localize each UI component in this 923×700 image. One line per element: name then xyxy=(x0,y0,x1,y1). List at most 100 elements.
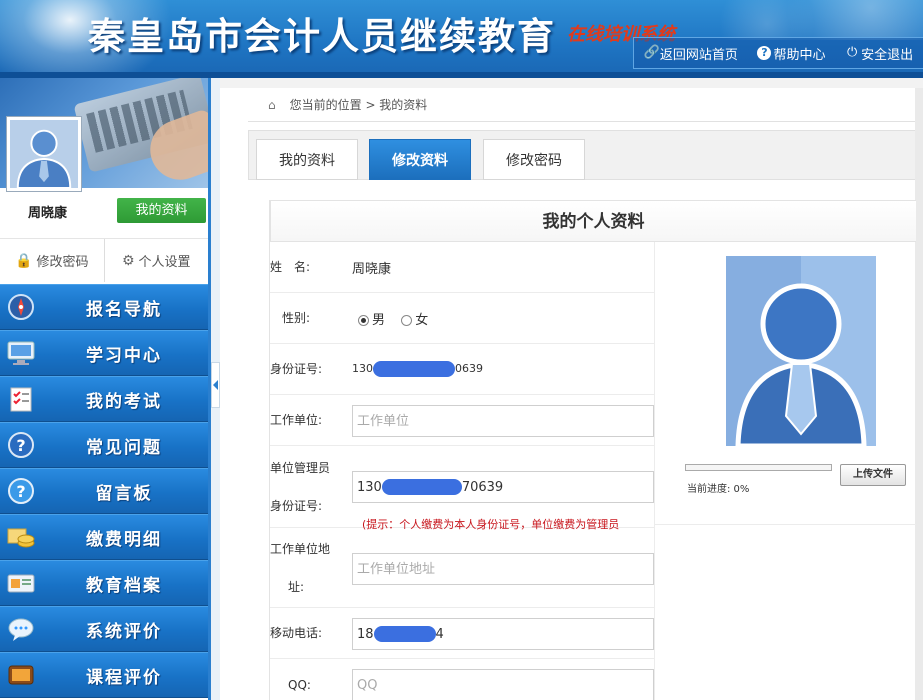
gear-icon: ⚙ xyxy=(121,252,135,269)
admin-id-label: 单位管理员 身份证号: xyxy=(270,446,330,527)
profile-photo xyxy=(726,256,876,446)
tab-edit-profile[interactable]: 修改资料 xyxy=(369,139,471,180)
site-header: 秦皇岛市会计人员继续教育 在线培训系统 🔗 返回网站首页 ? 帮助中心 ⏻ 安全… xyxy=(0,0,923,78)
admin-id-input[interactable]: 130 70639 xyxy=(352,471,654,503)
redaction-mark xyxy=(373,626,436,642)
sidebar-collapse-handle[interactable] xyxy=(211,362,220,408)
admin-id-label-line1: 单位管理员 xyxy=(270,460,331,475)
qq-input[interactable] xyxy=(352,669,654,700)
phone-prefix: 18 xyxy=(357,626,374,642)
nav-item-registration[interactable]: 报名导航 xyxy=(0,284,208,330)
tab-my-profile[interactable]: 我的资料 xyxy=(256,139,358,180)
admin-id-label-line2: 身份证号: xyxy=(270,498,323,513)
top-links: 🔗 返回网站首页 ? 帮助中心 ⏻ 安全退出 xyxy=(633,37,923,69)
address-label: 工作单位地 址: xyxy=(270,528,330,607)
name-row: 姓 名: 周晓康 xyxy=(270,242,655,293)
site-title: 秦皇岛市会计人员继续教育 xyxy=(88,14,556,58)
gender-female-radio[interactable] xyxy=(401,315,413,326)
chat-bubble-icon xyxy=(5,614,37,644)
avatar xyxy=(6,116,82,192)
nav-label: 系统评价 xyxy=(86,621,162,642)
header-decoration xyxy=(663,0,923,40)
home-icon: ⌂ xyxy=(268,97,276,112)
id-number-label: 身份证号: xyxy=(270,362,323,376)
tab-change-password[interactable]: 修改密码 xyxy=(483,139,585,180)
name-value: 周晓康 xyxy=(352,262,392,277)
home-link[interactable]: 🔗 返回网站首页 xyxy=(644,44,738,63)
checklist-icon xyxy=(5,384,37,414)
question-icon: ? xyxy=(5,430,37,460)
breadcrumb: ⌂ 您当前的位置 > 我的资料 xyxy=(248,88,915,122)
svg-text:?: ? xyxy=(16,436,25,455)
help-link[interactable]: ? 帮助中心 xyxy=(757,44,825,63)
upload-file-button[interactable]: 上传文件 xyxy=(840,464,906,486)
gender-label: 性别: xyxy=(282,311,311,325)
gender-options: 男 女 xyxy=(358,309,428,328)
profile-card: 我的个人资料 姓 名: 周晓康 性别: 男 女 身份证号: 130 0639 工… xyxy=(269,200,916,700)
user-name: 周晓康 xyxy=(27,206,67,221)
nav-label: 教育档案 xyxy=(86,575,162,596)
svg-text:?: ? xyxy=(16,482,25,501)
address-label-line2: 址: xyxy=(288,579,305,594)
nav-label: 常见问题 xyxy=(86,437,162,458)
phone-input[interactable]: 18 4 xyxy=(352,618,654,650)
workplace-label: 工作单位: xyxy=(270,413,323,427)
avatar-icon xyxy=(10,120,78,188)
gender-female-label: 女 xyxy=(415,313,429,328)
id-number-value: 130 0639 xyxy=(352,361,483,377)
gender-male-radio[interactable] xyxy=(358,315,369,326)
phone-label: 移动电话: xyxy=(270,626,323,640)
nav-item-course-evaluation[interactable]: 课程评价 xyxy=(0,652,208,698)
address-input[interactable] xyxy=(352,553,654,585)
my-profile-button[interactable]: 我的资料 xyxy=(117,198,206,223)
lock-icon: 🔒 xyxy=(15,252,33,269)
nav-label: 缴费明细 xyxy=(86,529,162,550)
phone-suffix: 4 xyxy=(435,626,444,642)
address-row: 工作单位地 址: xyxy=(270,528,655,608)
upload-progress-bar xyxy=(685,464,832,471)
change-password-link[interactable]: 🔒 修改密码 xyxy=(0,239,104,282)
collapse-arrow-icon xyxy=(213,380,218,390)
qq-label: QQ: xyxy=(288,678,311,692)
coins-icon xyxy=(5,522,37,552)
nav-item-payment-details[interactable]: 缴费明细 xyxy=(0,514,208,560)
phone-row: 移动电话: 18 4 xyxy=(270,608,655,659)
home-link-label: 返回网站首页 xyxy=(659,47,738,63)
nav-item-learning[interactable]: 学习中心 xyxy=(0,330,208,376)
workplace-row: 工作单位: xyxy=(270,395,655,446)
id-number-row: 身份证号: 130 0639 xyxy=(270,344,655,395)
id-number-prefix: 130 xyxy=(352,362,373,375)
main-topbar xyxy=(220,78,923,88)
tab-bar: 我的资料 修改资料 修改密码 xyxy=(248,130,915,180)
compass-icon xyxy=(5,292,37,322)
nav-item-education-archive[interactable]: 教育档案 xyxy=(0,560,208,606)
nav-item-my-exams[interactable]: 我的考试 xyxy=(0,376,208,422)
nav-item-faq[interactable]: ? 常见问题 xyxy=(0,422,208,468)
personal-settings-link[interactable]: ⚙ 个人设置 xyxy=(103,239,209,282)
change-password-label: 修改密码 xyxy=(36,255,89,270)
card-title: 我的个人资料 xyxy=(270,200,916,242)
admin-id-row: 单位管理员 身份证号: 130 70639 (提示：个人缴费为本人身份证号，单位缴… xyxy=(270,446,655,531)
account-settings-row: 🔒 修改密码 ⚙ 个人设置 xyxy=(0,238,208,282)
nav-item-message-board[interactable]: ? 留言板 xyxy=(0,468,208,514)
personal-settings-label: 个人设置 xyxy=(138,255,191,270)
logout-link-label: 安全退出 xyxy=(861,47,914,63)
address-label-line1: 工作单位地 xyxy=(270,541,331,556)
sidebar: 周晓康 我的资料 🔒 修改密码 ⚙ 个人设置 报名导航 学习中心 我的考试 ? … xyxy=(0,78,208,700)
redaction-mark xyxy=(381,479,462,495)
help-icon: ? xyxy=(757,46,772,60)
id-number-suffix: 0639 xyxy=(455,362,483,375)
monitor-icon xyxy=(5,338,37,368)
qq-row: QQ: xyxy=(270,659,655,700)
sidebar-nav: 报名导航 学习中心 我的考试 ? 常见问题 ? 留言板 缴费明细 教育档案 系统… xyxy=(0,284,208,698)
help-link-label: 帮助中心 xyxy=(773,47,826,63)
nav-label: 留言板 xyxy=(95,483,153,504)
workplace-input[interactable] xyxy=(352,405,654,437)
message-question-icon: ? xyxy=(5,476,37,506)
vertical-scrollbar[interactable] xyxy=(915,88,923,700)
photo-pane: 当前进度: 0% 上传文件 xyxy=(655,242,916,525)
logout-link[interactable]: ⏻ 安全退出 xyxy=(845,44,913,63)
nav-item-system-evaluation[interactable]: 系统评价 xyxy=(0,606,208,652)
nav-label: 学习中心 xyxy=(86,345,162,366)
breadcrumb-text: 您当前的位置 > 我的资料 xyxy=(289,98,428,112)
